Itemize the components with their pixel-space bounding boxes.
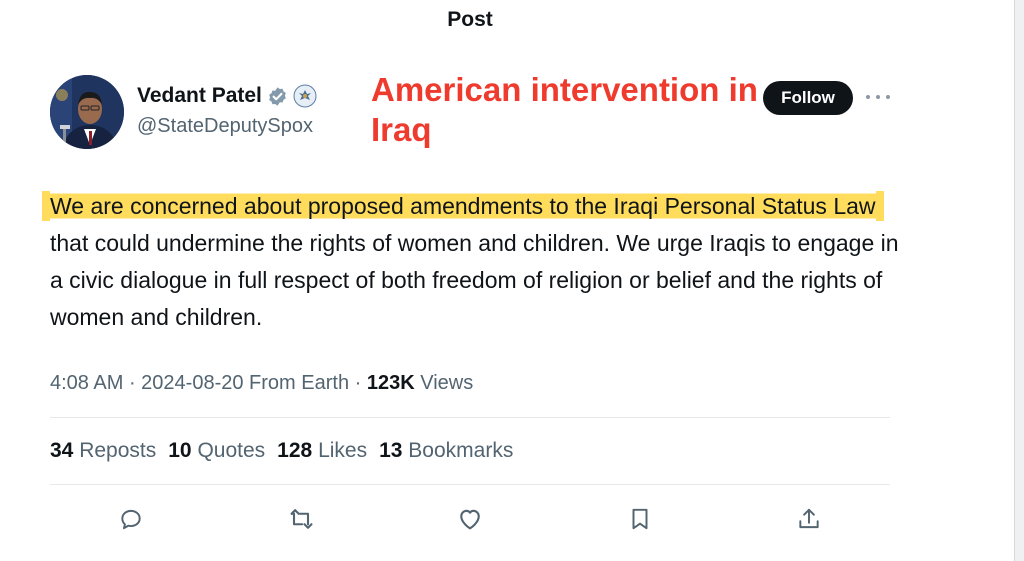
divider (50, 417, 890, 418)
follow-button[interactable]: Follow (763, 81, 853, 115)
share-button[interactable] (793, 503, 825, 535)
tweet-source: From Earth (249, 372, 350, 394)
tweet-time[interactable]: 4:08 AM (50, 372, 123, 394)
bookmarks-count: 13 (379, 439, 403, 462)
reply-button[interactable] (115, 503, 147, 535)
avatar[interactable] (50, 75, 124, 149)
share-icon (799, 508, 819, 529)
like-button[interactable] (454, 503, 486, 535)
meta-separator: · (123, 372, 142, 394)
views-count: 123K (366, 372, 415, 394)
tweet-rest-text: that could undermine the rights of women… (50, 230, 899, 330)
bookmarks-label: Bookmarks (408, 439, 514, 462)
bookmark-icon (632, 508, 647, 530)
reposts-stat[interactable]: 34 Reposts (50, 439, 156, 463)
action-bar (115, 503, 825, 535)
post-page: Post Vedant Patel @StateDeputySpox Ameri… (0, 0, 1024, 561)
bookmarks-stat[interactable]: 13 Bookmarks (379, 439, 513, 463)
scrollbar-edge (1014, 0, 1024, 561)
tweet-date[interactable]: 2024-08-20 (141, 372, 243, 394)
more-icon[interactable] (866, 89, 890, 105)
bookmark-button[interactable] (624, 503, 656, 535)
tweet-meta: 4:08 AM · 2024-08-20 From Earth · 123K V… (50, 372, 473, 395)
author-display-name[interactable]: Vedant Patel (137, 84, 262, 108)
likes-stat[interactable]: 128 Likes (277, 439, 367, 463)
reply-icon (121, 509, 141, 530)
author-handle[interactable]: @StateDeputySpox (137, 115, 313, 138)
tweet-text: We are concerned about proposed amendmen… (50, 188, 900, 336)
reposts-count: 34 (50, 439, 74, 462)
quotes-stat[interactable]: 10 Quotes (168, 439, 265, 463)
quotes-label: Quotes (197, 439, 266, 462)
meta-separator: · (349, 372, 367, 394)
repost-icon (290, 509, 313, 529)
engagement-stats: 34 Reposts 10 Quotes 128 Likes 13 Bookma… (50, 439, 513, 463)
repost-button[interactable] (285, 503, 317, 535)
like-icon (460, 509, 480, 530)
views-label: Views (420, 372, 474, 394)
quotes-count: 10 (168, 439, 192, 462)
author-name-row: Vedant Patel (137, 84, 317, 108)
page-title: Post (447, 8, 493, 31)
state-seal-icon (293, 84, 317, 108)
verified-badge-icon (267, 86, 288, 107)
reposts-label: Reposts (79, 439, 157, 462)
avatar-image (50, 75, 124, 149)
likes-count: 128 (277, 439, 313, 462)
likes-label: Likes (318, 439, 368, 462)
overlay-annotation: American intervention in Iraq (371, 71, 758, 148)
divider (50, 484, 890, 485)
highlighted-text: We are concerned about proposed amendmen… (50, 191, 876, 221)
